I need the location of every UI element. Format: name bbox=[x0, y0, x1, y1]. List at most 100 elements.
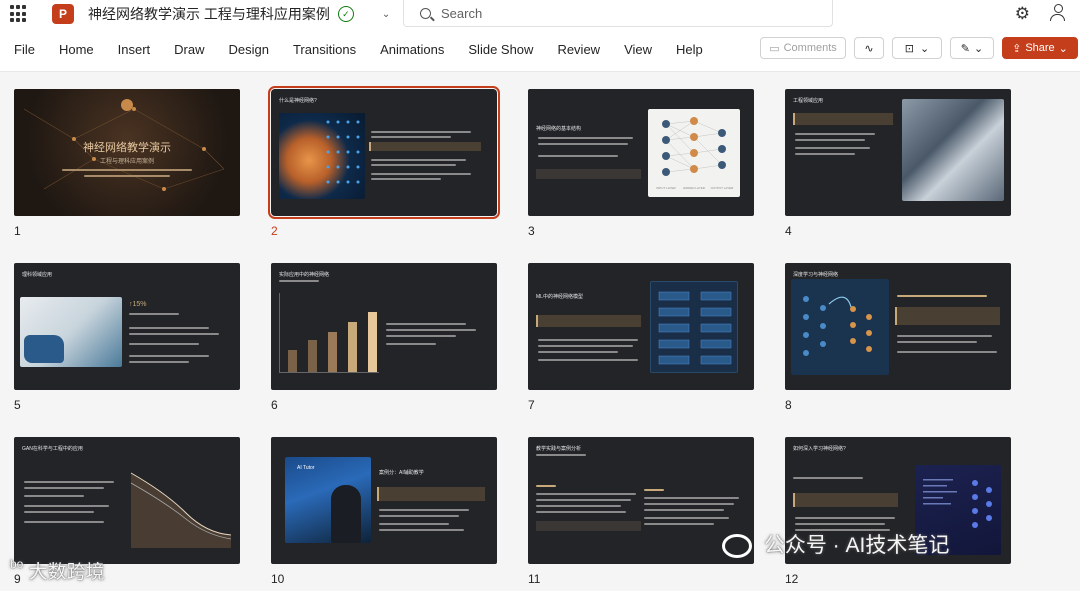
comments-button[interactable]: ▭ Comments bbox=[760, 37, 846, 59]
waffle-icon[interactable] bbox=[10, 5, 28, 23]
wechat-icon bbox=[722, 534, 752, 559]
slide-thumbnail-5[interactable]: 理科领域应用 ↑15% bbox=[14, 263, 240, 390]
slide-thumbnail-10[interactable]: AI Tutor 案例分：AI辅助教学 bbox=[271, 437, 497, 564]
comment-icon: ▭ bbox=[769, 42, 780, 55]
bar-3 bbox=[328, 332, 337, 372]
ai-tutor-label: AI Tutor bbox=[297, 465, 315, 471]
network-diagram: INPUT LAYER HIDDEN LAYER OUTPUT LAYER bbox=[648, 109, 740, 197]
catch-up-button[interactable]: ∿ bbox=[854, 37, 884, 59]
tab-slide-show[interactable]: Slide Show bbox=[468, 42, 533, 57]
slide-5-title: 理科领域应用 bbox=[22, 272, 53, 278]
output-layer-label: OUTPUT LAYER bbox=[710, 186, 734, 190]
deep-learning-image bbox=[791, 279, 889, 375]
slide-number-11: 11 bbox=[528, 572, 541, 586]
share-icon: ⇪ bbox=[1012, 42, 1022, 55]
network-diagram-svg bbox=[662, 117, 726, 176]
present-button[interactable]: ⊡ ⌄ bbox=[892, 37, 942, 59]
ribbon-tabs: File Home Insert Draw Design Transitions… bbox=[14, 42, 727, 57]
slide-number-7: 7 bbox=[528, 398, 535, 412]
chevron-down-icon: ⌄ bbox=[974, 42, 984, 55]
watermark-left-text: 大数跨境 bbox=[28, 562, 105, 583]
slide-thumbnail-1[interactable]: 神经网络教学演示 工程与理科应用案例 bbox=[14, 89, 240, 216]
tab-transitions[interactable]: Transitions bbox=[293, 42, 356, 57]
bar-4 bbox=[348, 322, 357, 372]
slide-1-subtitle: 工程与理科应用案例 bbox=[99, 159, 154, 165]
chevron-down-icon: ⌄ bbox=[1058, 42, 1068, 55]
slide-8-title: 深度学习与神经网络 bbox=[793, 272, 839, 278]
slide-number-4: 4 bbox=[785, 224, 792, 238]
gear-icon[interactable]: ⚙ bbox=[1015, 4, 1030, 24]
document-title[interactable]: 神经网络教学演示 工程与理科应用案例 bbox=[88, 4, 330, 24]
tab-insert[interactable]: Insert bbox=[118, 42, 151, 57]
pulse-icon: ∿ bbox=[864, 42, 874, 55]
bar-2 bbox=[308, 340, 317, 372]
title-logo-icon bbox=[121, 99, 133, 111]
slide-thumbnail-4[interactable]: 工程领域应用 bbox=[785, 89, 1011, 216]
slide-thumbnail-6[interactable]: 实际应用中的神经网络 bbox=[271, 263, 497, 390]
saved-cloud-icon: ✓ bbox=[337, 6, 354, 22]
slide-number-10: 10 bbox=[271, 572, 285, 586]
tab-review[interactable]: Review bbox=[557, 42, 600, 57]
loss-curve-chart bbox=[130, 472, 232, 548]
architecture-blocks-svg bbox=[658, 291, 732, 365]
slide-sorter: 神经网络教学演示 工程与理科应用案例 1 什么是神经网络? 2 神经网络的基本结… bbox=[0, 73, 1080, 591]
search-box[interactable]: Search bbox=[403, 0, 833, 27]
watermark-left: bo 大数跨境 bbox=[10, 557, 105, 584]
slide-thumbnail-9[interactable]: GAN在科学与工程中的应用 bbox=[14, 437, 240, 564]
slide-thumbnail-11[interactable]: 教学实践与案例分析 bbox=[528, 437, 754, 564]
map-shape bbox=[24, 335, 64, 363]
slide-2-title: 什么是神经网络? bbox=[279, 98, 317, 104]
slide-number-3: 3 bbox=[528, 224, 535, 238]
slide-7-title: ML中的神经网络模型 bbox=[536, 294, 583, 300]
search-placeholder: Search bbox=[441, 5, 483, 21]
robot-factory-image bbox=[902, 99, 1004, 201]
slide-1-title: 神经网络教学演示 bbox=[83, 142, 171, 154]
slide-number-6: 6 bbox=[271, 398, 278, 412]
tab-animations[interactable]: Animations bbox=[380, 42, 444, 57]
search-icon bbox=[420, 7, 431, 19]
slide-thumbnail-7[interactable]: ML中的神经网络模型 bbox=[528, 263, 754, 390]
bar-chart-area bbox=[279, 293, 379, 373]
present-icon: ⊡ bbox=[904, 42, 914, 55]
tab-draw[interactable]: Draw bbox=[174, 42, 204, 57]
slide-number-12: 12 bbox=[785, 572, 799, 586]
slide-11-title: 教学实践与案例分析 bbox=[536, 446, 582, 452]
tab-home[interactable]: Home bbox=[59, 42, 94, 57]
powerpoint-logo: P bbox=[52, 4, 74, 24]
bar-5 bbox=[368, 312, 377, 372]
slide-3-title: 神经网络的基本结构 bbox=[536, 126, 582, 132]
person-icon[interactable] bbox=[1050, 4, 1066, 22]
slide-4-title: 工程领域应用 bbox=[793, 98, 824, 104]
slide-number-8: 8 bbox=[785, 398, 792, 412]
slide-10-title: 案例分：AI辅助教学 bbox=[379, 470, 424, 476]
tab-design[interactable]: Design bbox=[229, 42, 269, 57]
editing-mode-button[interactable]: ✎ ⌄ bbox=[950, 37, 994, 59]
title-bar: P 神经网络教学演示 工程与理科应用案例 ✓ ⌄ Search ⚙ bbox=[0, 0, 1080, 28]
chevron-down-icon: ⌄ bbox=[920, 42, 930, 55]
slide-number-1: 1 bbox=[14, 224, 21, 238]
model-architecture-diagram bbox=[650, 281, 738, 373]
slide-number-2: 2 bbox=[271, 224, 278, 238]
slide-9-title: GAN在科学与工程中的应用 bbox=[22, 446, 83, 452]
share-button[interactable]: ⇪ Share ⌄ bbox=[1002, 37, 1078, 59]
tab-view[interactable]: View bbox=[624, 42, 652, 57]
slide-number-5: 5 bbox=[14, 398, 21, 412]
slide-thumbnail-2[interactable]: 什么是神经网络? bbox=[268, 86, 500, 219]
brain-grid-dots bbox=[326, 120, 360, 184]
share-label: Share bbox=[1025, 42, 1055, 54]
slide-thumbnail-8[interactable]: 深度学习与神经网络 bbox=[785, 263, 1011, 390]
stat-value: ↑15% bbox=[129, 301, 147, 308]
bar-1 bbox=[288, 350, 297, 372]
tab-help[interactable]: Help bbox=[676, 42, 703, 57]
watermark-right-text: 公众号 · AI技术笔记 bbox=[763, 534, 950, 557]
deep-network-svg bbox=[803, 296, 872, 356]
chevron-down-icon[interactable]: ⌄ bbox=[382, 9, 390, 20]
comments-label: Comments bbox=[783, 42, 837, 54]
pen-icon: ✎ bbox=[960, 42, 970, 55]
ribbon: File Home Insert Draw Design Transitions… bbox=[0, 28, 1080, 72]
slide-6-title: 实际应用中的神经网络 bbox=[279, 272, 330, 278]
tab-file[interactable]: File bbox=[14, 42, 35, 57]
person-silhouette bbox=[331, 485, 361, 543]
slide-thumbnail-3[interactable]: 神经网络的基本结构 INPUT LAYER HIDDEN LAYER OUTPU… bbox=[528, 89, 754, 216]
watermark-logo-icon: bo bbox=[10, 557, 24, 571]
